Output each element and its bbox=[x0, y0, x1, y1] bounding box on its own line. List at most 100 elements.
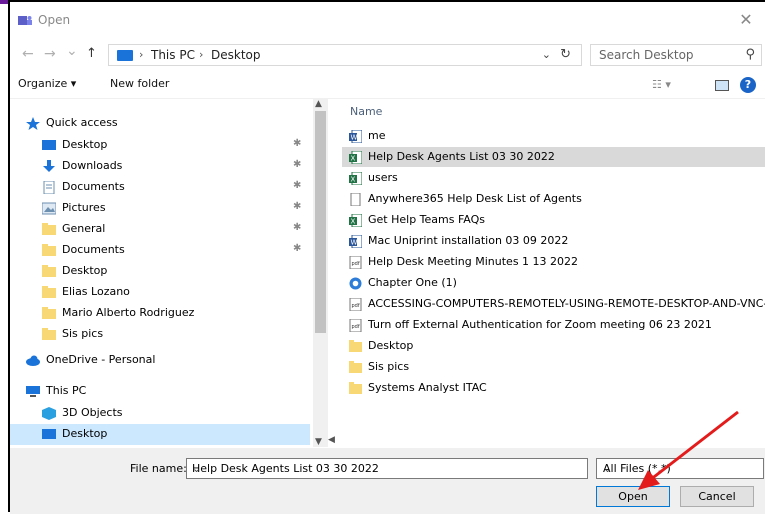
file-name-input[interactable]: Help Desk Agents List 03 30 2022 ⌄ bbox=[186, 458, 588, 479]
sidebar-item-quick-access[interactable]: Quick access bbox=[10, 113, 310, 134]
file-list-item[interactable]: X Get Help Teams FAQs bbox=[342, 210, 765, 230]
folder-icon bbox=[349, 361, 362, 374]
file-name: Mac Uniprint installation 03 09 2022 bbox=[368, 234, 569, 247]
navigation-scrollbar[interactable]: ▲ ▼ bbox=[313, 99, 328, 447]
sidebar-item-label: 3D Objects bbox=[62, 406, 123, 419]
chevron-down-icon[interactable]: ⌄ bbox=[192, 462, 581, 475]
pin-icon[interactable]: ✱ bbox=[293, 222, 301, 233]
breadcrumb-this-pc[interactable]: This PC bbox=[151, 48, 195, 62]
open-button[interactable]: Open bbox=[596, 486, 670, 507]
sidebar-item-onedrive-personal[interactable]: OneDrive - Personal bbox=[10, 350, 310, 371]
svg-text:X: X bbox=[351, 176, 356, 184]
sidebar-item-label: General bbox=[62, 222, 106, 235]
sidebar-item-label: Elias Lozano bbox=[62, 285, 130, 298]
path-separator: › bbox=[139, 48, 144, 61]
scroll-up-icon[interactable]: ▲ bbox=[315, 99, 322, 109]
sidebar-item-desktop[interactable]: Desktop bbox=[10, 261, 310, 282]
file-name: Anywhere365 Help Desk List of Agents bbox=[368, 192, 582, 205]
dialog-title: Open bbox=[38, 13, 71, 27]
svg-text:X: X bbox=[351, 218, 356, 226]
file-list-item[interactable]: X Help Desk Agents List 03 30 2022 bbox=[342, 147, 765, 167]
sidebar-item-3d-objects[interactable]: 3D Objects bbox=[10, 403, 310, 424]
browser-icon bbox=[349, 277, 362, 290]
cube-icon bbox=[42, 407, 56, 420]
pin-icon[interactable]: ✱ bbox=[293, 243, 301, 254]
file-icon bbox=[349, 192, 362, 207]
file-name: Turn off External Authentication for Zoo… bbox=[368, 318, 712, 331]
sidebar-item-general[interactable]: General ✱ bbox=[10, 219, 310, 240]
search-input[interactable]: Search Desktop ⚲ bbox=[590, 44, 762, 66]
sidebar-item-sis-pics[interactable]: Sis pics bbox=[10, 324, 310, 345]
up-arrow-icon[interactable]: ↑ bbox=[86, 46, 97, 61]
sidebar-item-documents[interactable]: Documents ✱ bbox=[10, 240, 310, 261]
address-bar[interactable]: › This PC › Desktop ⌄ ↻ bbox=[108, 44, 582, 66]
sidebar-item-documents[interactable]: Documents ✱ bbox=[10, 177, 310, 198]
refresh-icon[interactable]: ↻ bbox=[560, 47, 571, 62]
view-options-icon[interactable]: ☷ ▾ bbox=[652, 78, 671, 91]
file-list-item[interactable]: Anywhere365 Help Desk List of Agents bbox=[342, 189, 765, 209]
pin-icon[interactable]: ✱ bbox=[293, 138, 301, 149]
navigation-bar: ← → ⌄ ↑ › This PC › Desktop ⌄ ↻ Search D… bbox=[10, 42, 765, 70]
chevron-down-icon[interactable]: ⌄ bbox=[542, 48, 551, 61]
pin-icon[interactable]: ✱ bbox=[293, 180, 301, 191]
file-list-item[interactable]: Xusers bbox=[342, 168, 765, 188]
folder-icon bbox=[42, 265, 56, 277]
new-folder-button[interactable]: New folder bbox=[110, 77, 169, 90]
sidebar-item-downloads[interactable]: Downloads ✱ bbox=[10, 156, 310, 177]
file-list-item[interactable]: pdf Help Desk Meeting Minutes 1 13 2022 bbox=[342, 252, 765, 272]
sidebar-item-elias-lozano[interactable]: Elias Lozano bbox=[10, 282, 310, 303]
folder-icon bbox=[42, 244, 56, 256]
this-pc-icon bbox=[117, 50, 133, 61]
svg-text:pdf: pdf bbox=[352, 324, 360, 330]
forward-arrow-icon[interactable]: → bbox=[44, 46, 56, 62]
sidebar-item-this-pc[interactable]: This PC bbox=[10, 381, 310, 402]
excel-icon: X bbox=[349, 150, 363, 165]
file-list-item[interactable]: W Mac Uniprint installation 03 09 2022 bbox=[342, 231, 765, 251]
pin-icon[interactable]: ✱ bbox=[293, 159, 301, 170]
file-list-item[interactable]: Wme bbox=[342, 126, 765, 146]
file-type-select[interactable]: All Files (*.*) ⌄ bbox=[596, 458, 764, 479]
svg-text:W: W bbox=[351, 134, 358, 142]
folder-icon bbox=[42, 286, 56, 298]
sidebar-item-label: Quick access bbox=[46, 116, 118, 129]
search-icon[interactable]: ⚲ bbox=[745, 47, 755, 62]
help-icon[interactable]: ? bbox=[740, 77, 756, 93]
file-list-item[interactable]: pdf Turn off External Authentication for … bbox=[342, 315, 765, 335]
folder-icon bbox=[349, 382, 362, 395]
preview-pane-icon[interactable] bbox=[715, 80, 729, 91]
sidebar-item-mario-alberto-rodriguez[interactable]: Mario Alberto Rodriguez bbox=[10, 303, 310, 324]
scrollbar-thumb[interactable] bbox=[315, 111, 326, 333]
file-list-item[interactable]: Systems Analyst ITAC bbox=[342, 378, 765, 398]
svg-text:pdf: pdf bbox=[352, 303, 360, 309]
close-icon[interactable]: ✕ bbox=[735, 9, 757, 31]
chevron-down-icon[interactable]: ⌄ bbox=[603, 462, 757, 475]
desktop-icon bbox=[42, 428, 56, 440]
file-list-item[interactable]: Chapter One (1) bbox=[342, 273, 765, 293]
pin-icon[interactable]: ✱ bbox=[293, 201, 301, 212]
file-list-item[interactable]: Sis pics bbox=[342, 357, 765, 377]
folder-icon bbox=[42, 223, 56, 235]
column-header-name[interactable]: Name bbox=[350, 105, 382, 118]
breadcrumb-desktop[interactable]: Desktop bbox=[211, 48, 261, 62]
cancel-button[interactable]: Cancel bbox=[680, 486, 754, 507]
sidebar-item-pictures[interactable]: Pictures ✱ bbox=[10, 198, 310, 219]
sidebar-item-desktop[interactable]: Desktop ✱ bbox=[10, 135, 310, 156]
word-icon: W bbox=[349, 234, 363, 249]
back-arrow-icon[interactable]: ← bbox=[22, 46, 34, 62]
file-list: Name Wme X Help Desk Agents List 03 30 202… bbox=[342, 99, 765, 447]
excel-icon: X bbox=[349, 213, 363, 228]
navigation-pane: Quick access Desktop ✱ Downloads ✱ Documents ✱… bbox=[10, 99, 326, 447]
file-list-item[interactable]: pdf ACCESSING-COMPUTERS-REMOTELY-USING-RE… bbox=[342, 294, 765, 314]
download-icon bbox=[42, 160, 56, 172]
folder-icon bbox=[42, 307, 56, 319]
path-separator: › bbox=[199, 48, 204, 61]
teams-icon bbox=[18, 16, 32, 25]
organize-button[interactable]: Organize ▾ bbox=[18, 77, 76, 90]
sidebar-item-desktop[interactable]: Desktop bbox=[10, 424, 310, 445]
file-list-item[interactable]: Desktop bbox=[342, 336, 765, 356]
scroll-left-icon[interactable]: ◀ bbox=[328, 435, 335, 445]
scroll-down-icon[interactable]: ▼ bbox=[315, 437, 322, 447]
file-name-label: File name: bbox=[130, 462, 187, 475]
svg-text:X: X bbox=[351, 155, 356, 163]
recent-locations-icon[interactable]: ⌄ bbox=[66, 43, 78, 59]
